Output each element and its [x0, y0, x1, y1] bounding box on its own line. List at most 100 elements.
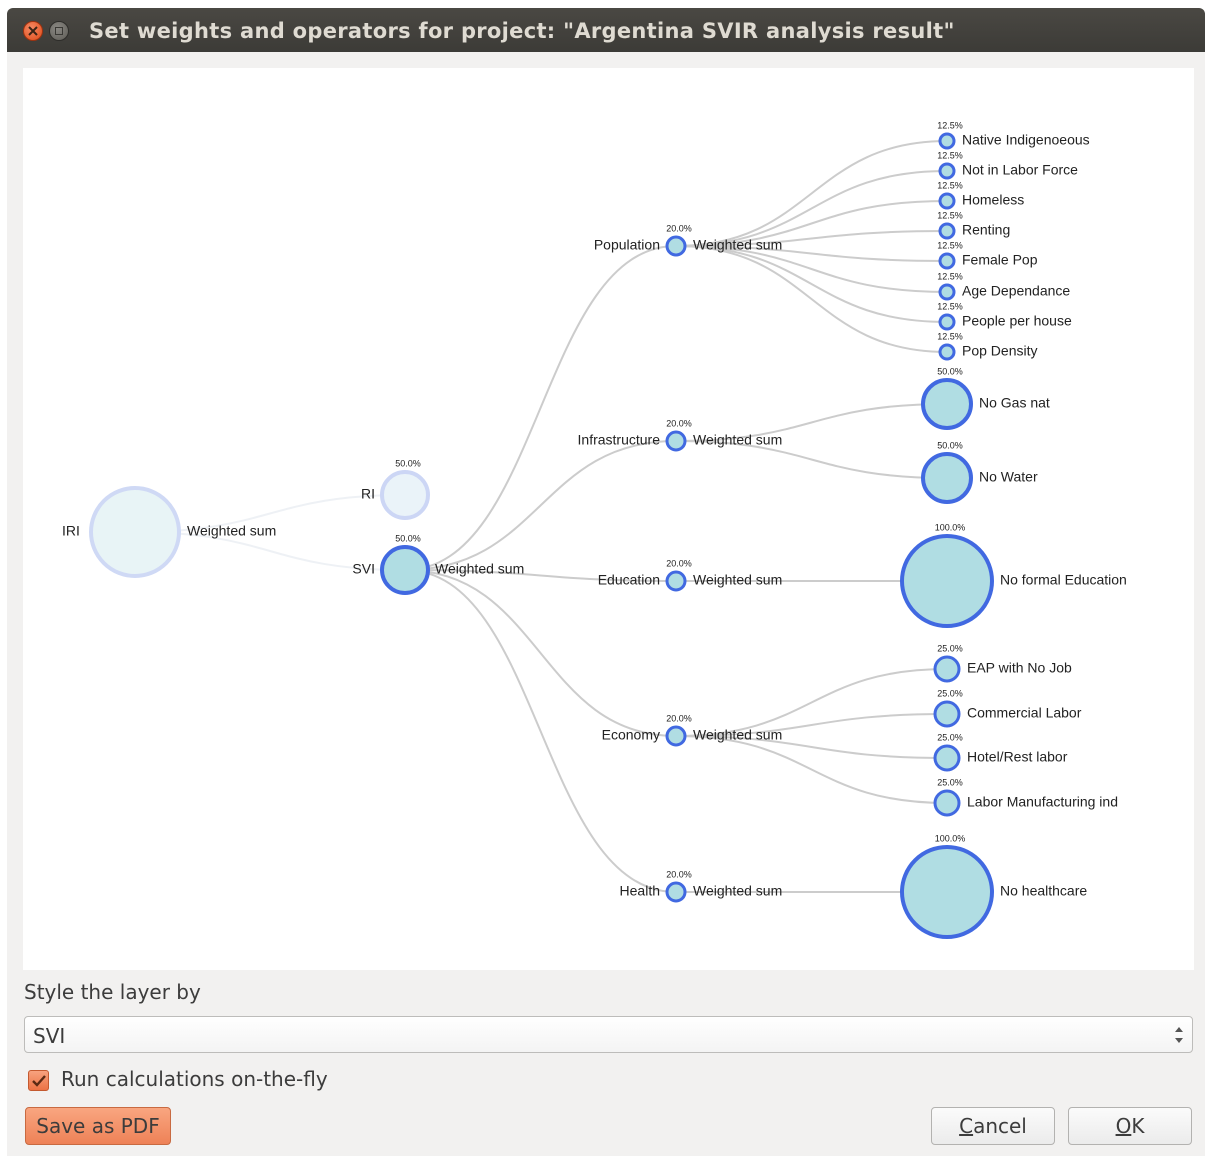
- node-label-native-indigenoeous: Native Indigenoeous: [962, 132, 1090, 148]
- node-weight-labor-manufacturing-ind: 25.0%: [937, 777, 963, 787]
- title-bar: Set weights and operators for project: "…: [7, 8, 1205, 52]
- tree-node-hotel-rest-labor[interactable]: [933, 744, 961, 772]
- link-population-native-indigenoeous: [675, 140, 948, 247]
- node-label-female-pop: Female Pop: [962, 252, 1038, 268]
- weights-tree: IRI Weighted sum 50.0% RI 50.0% SVI Weighted s…: [62, 120, 1127, 939]
- maximize-icon: [55, 27, 63, 35]
- ok-button[interactable]: OK: [1068, 1107, 1192, 1145]
- tree-labels: IRI Weighted sum 50.0% RI 50.0% SVI Weighted s…: [62, 120, 1127, 898]
- node-label-no-gas-nat: No Gas nat: [979, 395, 1050, 411]
- onthefly-checkbox[interactable]: [28, 1070, 49, 1091]
- node-label-eap-with-no-job: EAP with No Job: [967, 660, 1072, 676]
- node-weight-people-per-house: 12.5%: [937, 301, 963, 311]
- link-svi-infrastructure: [404, 440, 677, 571]
- node-label-hotel-rest-labor: Hotel/Rest labor: [967, 749, 1068, 765]
- node-label-iri: IRI: [62, 523, 80, 539]
- node-weight-no-formal-education: 100.0%: [935, 522, 966, 532]
- node-weight-education: 20.0%: [666, 558, 692, 568]
- link-svi-economy: [404, 569, 677, 737]
- onthefly-label[interactable]: Run calculations on-the-fly: [61, 1067, 328, 1091]
- tree-node-not-in-labor-force[interactable]: [938, 162, 956, 180]
- weights-tree-panel: IRI Weighted sum 50.0% RI 50.0% SVI Weighted s…: [23, 68, 1194, 970]
- tree-node-age-dependance[interactable]: [938, 283, 956, 301]
- node-operator-population: Weighted sum: [693, 237, 782, 253]
- tree-node-native-indigenoeous[interactable]: [938, 132, 956, 150]
- link-population-people-per-house: [675, 245, 948, 323]
- node-label-no-healthcare: No healthcare: [1000, 883, 1087, 899]
- node-operator-infrastructure: Weighted sum: [693, 432, 782, 448]
- node-label-svi: SVI: [352, 561, 375, 577]
- node-weight-pop-density: 12.5%: [937, 331, 963, 341]
- tree-node-svi[interactable]: [380, 545, 430, 595]
- ok-mnemonic: O: [1115, 1114, 1132, 1138]
- node-weight-economy: 20.0%: [666, 713, 692, 723]
- node-weight-eap-with-no-job: 25.0%: [937, 643, 963, 653]
- node-weight-female-pop: 12.5%: [937, 240, 963, 250]
- tree-links: [134, 140, 948, 894]
- node-operator-health: Weighted sum: [693, 883, 782, 899]
- tree-node-ri[interactable]: [380, 470, 430, 520]
- close-icon: [28, 26, 38, 36]
- node-label-population: Population: [594, 237, 660, 253]
- tree-node-population[interactable]: [665, 235, 687, 257]
- node-weight-no-healthcare: 100.0%: [935, 833, 966, 843]
- cancel-button[interactable]: Cancel: [931, 1107, 1055, 1145]
- node-label-age-dependance: Age Dependance: [962, 283, 1070, 299]
- node-weight-no-water: 50.0%: [937, 440, 963, 450]
- ok-label-rest: K: [1131, 1114, 1145, 1138]
- tree-node-infrastructure[interactable]: [665, 430, 687, 452]
- tree-node-no-gas-nat[interactable]: [921, 378, 973, 430]
- tree-node-female-pop[interactable]: [938, 252, 956, 270]
- tree-node-no-formal-education[interactable]: [900, 534, 994, 628]
- node-weight-health: 20.0%: [666, 869, 692, 879]
- node-label-economy: Economy: [602, 727, 660, 743]
- node-operator-education: Weighted sum: [693, 572, 782, 588]
- node-operator-iri: Weighted sum: [187, 523, 276, 539]
- tree-node-education[interactable]: [665, 570, 687, 592]
- tree-node-commercial-labor[interactable]: [933, 700, 961, 728]
- node-weight-infrastructure: 20.0%: [666, 418, 692, 428]
- tree-node-eap-with-no-job[interactable]: [933, 655, 961, 683]
- tree-node-iri[interactable]: [89, 486, 181, 578]
- cancel-mnemonic: C: [959, 1114, 974, 1138]
- window-title: Set weights and operators for project: "…: [89, 19, 955, 43]
- node-label-people-per-house: People per house: [962, 313, 1072, 329]
- tree-node-no-water[interactable]: [921, 452, 973, 504]
- node-label-renting: Renting: [962, 222, 1010, 238]
- node-weight-no-gas-nat: 50.0%: [937, 366, 963, 376]
- tree-node-labor-manufacturing-ind[interactable]: [933, 789, 961, 817]
- window-maximize-button[interactable]: [49, 21, 69, 41]
- tree-node-economy[interactable]: [665, 725, 687, 747]
- node-label-pop-density: Pop Density: [962, 343, 1037, 359]
- node-weight-renting: 12.5%: [937, 210, 963, 220]
- spinner-arrows-icon: [1175, 1027, 1183, 1043]
- style-layer-select[interactable]: SVI: [24, 1016, 1193, 1053]
- link-population-not-in-labor-force: [675, 170, 948, 247]
- node-label-health: Health: [620, 883, 660, 899]
- window-close-button[interactable]: [23, 21, 43, 41]
- node-weight-commercial-labor: 25.0%: [937, 688, 963, 698]
- tree-node-people-per-house[interactable]: [938, 313, 956, 331]
- save-as-pdf-button[interactable]: Save as PDF: [25, 1107, 171, 1145]
- node-weight-svi: 50.0%: [395, 533, 421, 543]
- node-weight-population: 20.0%: [666, 223, 692, 233]
- node-label-not-in-labor-force: Not in Labor Force: [962, 162, 1078, 178]
- tree-node-health[interactable]: [665, 881, 687, 903]
- node-label-education: Education: [598, 572, 660, 588]
- tree-node-homeless[interactable]: [938, 192, 956, 210]
- node-weight-hotel-rest-labor: 25.0%: [937, 732, 963, 742]
- node-label-ri: RI: [361, 486, 375, 502]
- node-label-no-water: No Water: [979, 469, 1038, 485]
- node-label-labor-manufacturing-ind: Labor Manufacturing ind: [967, 794, 1118, 810]
- node-weight-native-indigenoeous: 12.5%: [937, 120, 963, 130]
- node-operator-economy: Weighted sum: [693, 727, 782, 743]
- node-weight-not-in-labor-force: 12.5%: [937, 150, 963, 160]
- tree-node-renting[interactable]: [938, 222, 956, 240]
- link-population-pop-density: [675, 245, 948, 353]
- node-label-commercial-labor: Commercial Labor: [967, 705, 1082, 721]
- tree-node-no-healthcare[interactable]: [900, 845, 994, 939]
- node-weight-homeless: 12.5%: [937, 180, 963, 190]
- link-svi-population: [404, 245, 677, 571]
- tree-node-pop-density[interactable]: [938, 343, 956, 361]
- checkmark-icon: [32, 1075, 46, 1087]
